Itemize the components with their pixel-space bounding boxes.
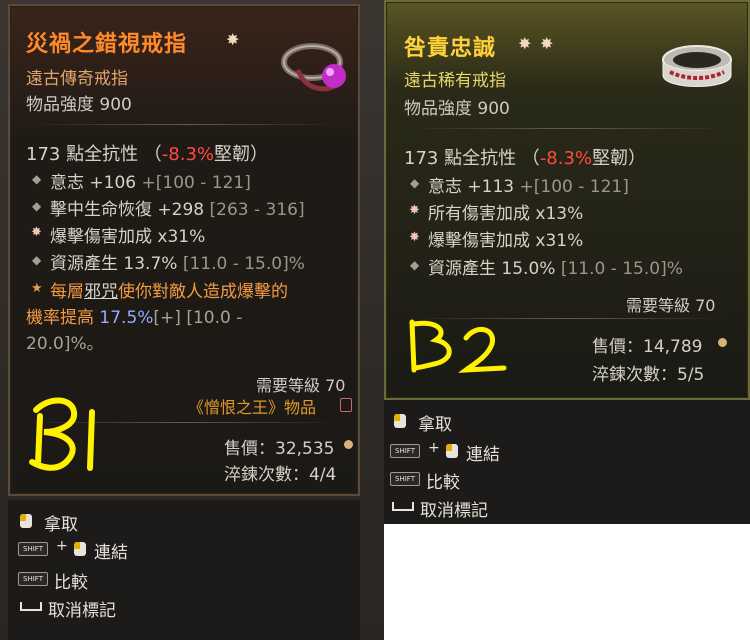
ring-icon [281, 43, 346, 92]
item-rarity: 遠古稀有戒指 [404, 71, 506, 91]
sell-price: 售價：14,789 [592, 337, 703, 357]
main-stat: 173 點全抗性 （-8.3%堅韌） [404, 148, 647, 169]
mouse-left-icon [20, 514, 32, 528]
divider [408, 128, 728, 129]
item-power: 物品強度 900 [26, 95, 132, 115]
expansion-icon [340, 398, 352, 412]
link-action[interactable]: 連結 [466, 440, 500, 465]
link-action[interactable]: 連結 [94, 538, 128, 563]
sell-price: 售價：32,535 [224, 439, 335, 459]
main-stat: 173 點全抗性 （-8.3%堅韌） [26, 144, 269, 165]
mouse-left-icon [394, 414, 406, 428]
ancestral-star-icon: ✸ [518, 34, 532, 53]
plus-sign: + [56, 538, 68, 554]
temper-count: 淬鍊次數：4/4 [224, 465, 337, 485]
unmark-action[interactable]: 取消標記 [420, 496, 488, 521]
shift-key-icon: SHIFT [390, 444, 420, 458]
legendary-aspect-icon: ★ [31, 281, 43, 296]
affix-stat: 意志 +106 +[100 - 121] [50, 173, 251, 193]
shift-key-icon: SHIFT [18, 542, 48, 556]
expansion-tag: 《憎恨之王》物品 [188, 398, 317, 417]
compare-action[interactable]: 比較 [54, 568, 88, 593]
handwritten-annotation [29, 397, 95, 471]
compare-action[interactable]: 比較 [426, 468, 460, 493]
affix-bullet-icon: ◆ [32, 172, 42, 186]
mouse-left-icon [446, 444, 458, 458]
handwritten-annotation [409, 319, 507, 373]
legendary-power-line1: 每層邪咒使你對敵人造成爆擊的 [50, 282, 288, 302]
level-requirement: 需要等級 70 [256, 376, 346, 395]
affix-bullet-icon: ◆ [32, 199, 42, 213]
affix-stat: 資源產生 13.7% [11.0 - 15.0]% [50, 254, 305, 274]
plus-sign: + [428, 440, 440, 456]
affix-bullet-icon: ◆ [32, 253, 42, 267]
item-title: 咎責忠誠 [404, 36, 497, 61]
item-rarity: 遠古傳奇戒指 [26, 69, 128, 89]
affix-stat: 資源產生 15.0% [11.0 - 15.0]% [428, 259, 683, 279]
affix-stat: 爆擊傷害加成 x31% [428, 231, 584, 251]
temper-count: 淬鍊次數：5/5 [592, 365, 705, 385]
legendary-power-line3: 20.0]%。 [26, 334, 104, 354]
affix-bullet-icon: ◆ [410, 258, 420, 272]
actions-panel-right: 拿取 SHIFT + 連結 SHIFT 比較 取消標記 [384, 400, 750, 524]
ancestral-star-icon: ✸ [540, 34, 554, 53]
greater-affix-icon: ✸ [31, 225, 42, 240]
unmark-action[interactable]: 取消標記 [48, 596, 116, 621]
ancestral-star-icon: ✸ [226, 30, 240, 49]
level-requirement: 需要等級 70 [626, 296, 716, 315]
gold-coin-icon [718, 338, 727, 347]
greater-affix-icon: ✸ [409, 230, 420, 245]
greater-affix-icon: ✸ [409, 203, 420, 218]
spacebar-icon [20, 602, 42, 611]
affix-stat: 擊中生命恢復 +298 [263 - 316] [50, 200, 305, 220]
affix-stat: 意志 +113 +[100 - 121] [428, 177, 629, 197]
affix-stat: 爆擊傷害加成 x31% [50, 227, 206, 247]
actions-panel-left: 拿取 SHIFT + 連結 SHIFT 比較 取消標記 [8, 500, 360, 640]
shift-key-icon: SHIFT [390, 472, 420, 486]
mouse-left-icon [74, 542, 86, 556]
shift-key-icon: SHIFT [18, 572, 48, 586]
pickup-action[interactable]: 拿取 [44, 510, 78, 535]
ring-icon [662, 45, 732, 87]
legendary-power-line2: 機率提高 17.5%[+] [10.0 - [26, 308, 243, 328]
affix-bullet-icon: ◆ [410, 176, 420, 190]
gold-coin-icon [344, 440, 353, 449]
pickup-action[interactable]: 拿取 [418, 410, 452, 435]
spacebar-icon [392, 502, 414, 511]
divider [30, 124, 340, 125]
item-title: 災禍之錯視戒指 [26, 32, 188, 57]
item-power: 物品強度 900 [404, 99, 510, 119]
affix-stat: 所有傷害加成 x13% [428, 204, 584, 224]
